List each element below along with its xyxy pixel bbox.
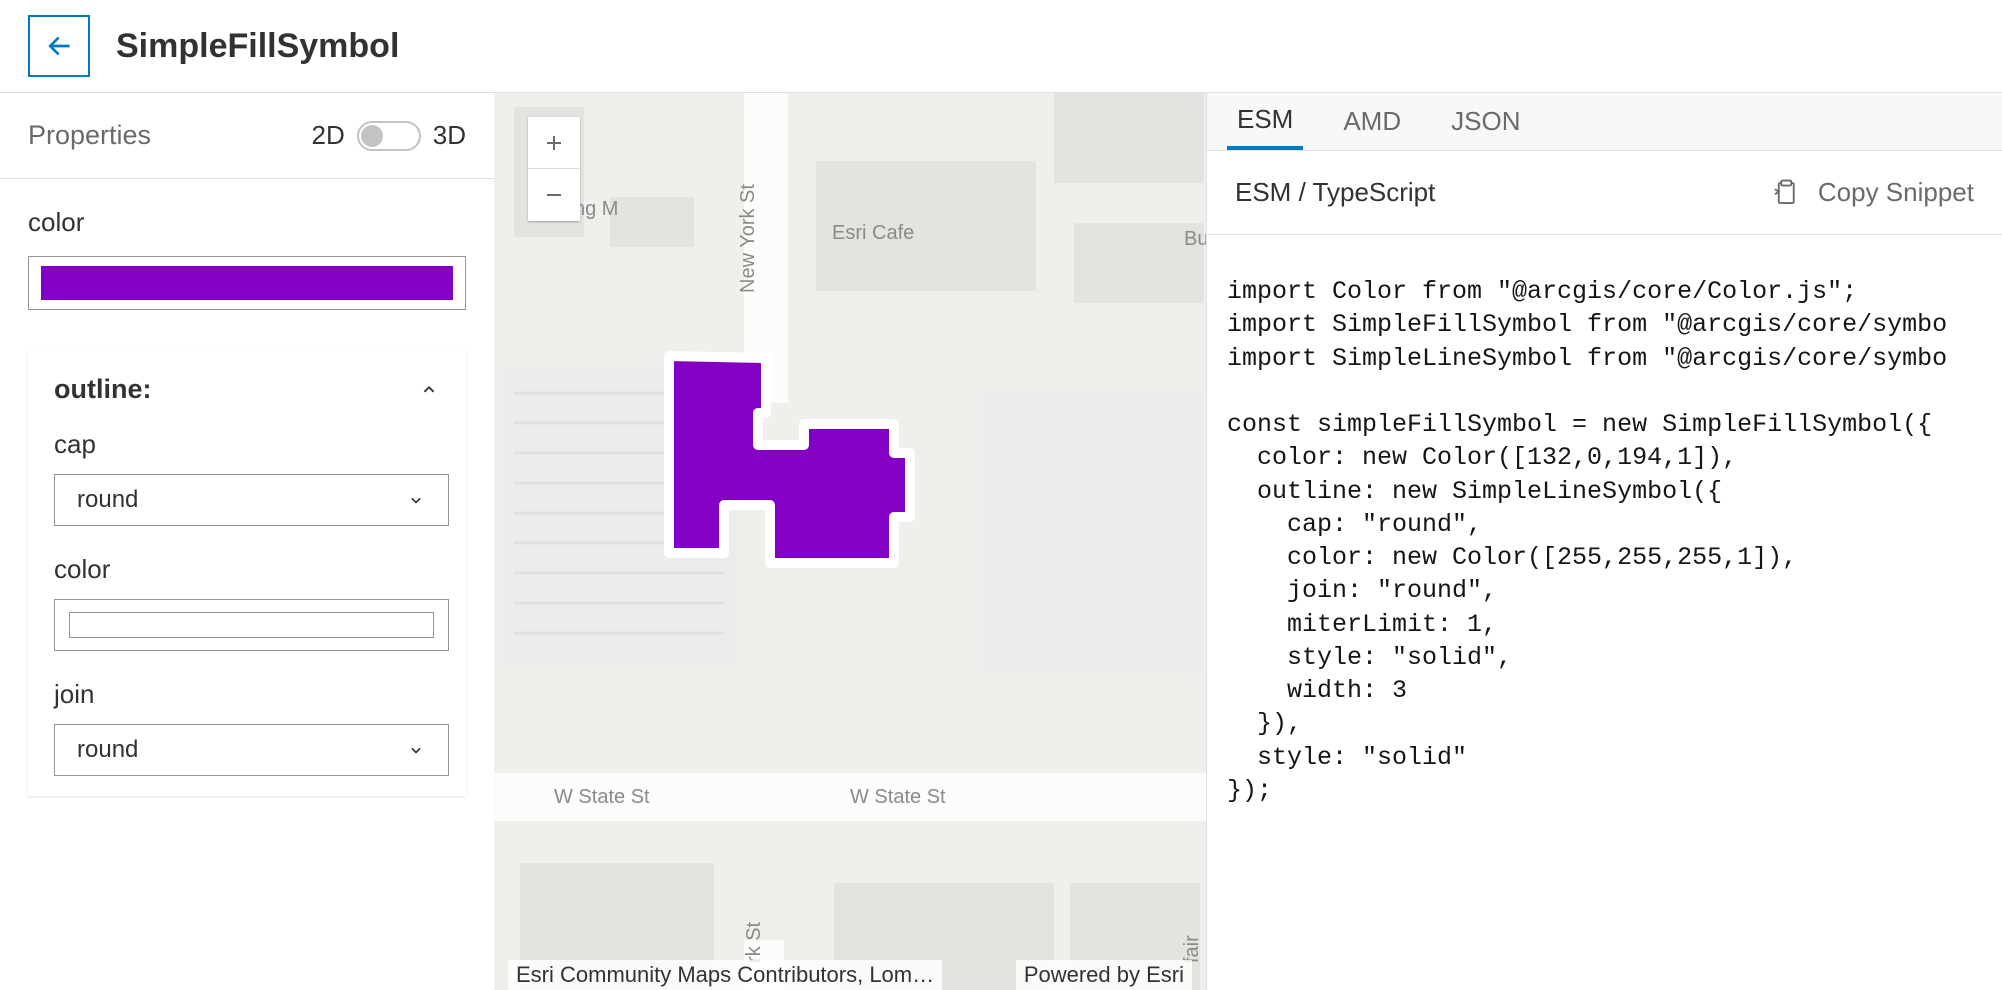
join-value: round (77, 736, 138, 764)
chevron-down-icon (406, 740, 426, 760)
back-button[interactable] (28, 15, 90, 77)
properties-header: Properties 2D 3D (0, 93, 494, 179)
svg-text:Esri Cafe: Esri Cafe (832, 222, 914, 244)
outline-title: outline: (54, 374, 151, 405)
properties-panel: Properties 2D 3D color outline: (0, 93, 494, 990)
map-canvas: New York St Esri Cafe ng M Bu W State St… (494, 93, 1206, 990)
map-view[interactable]: New York St Esri Cafe ng M Bu W State St… (494, 93, 1206, 990)
copy-snippet-button[interactable]: Copy Snippet (1770, 177, 1974, 208)
svg-text:ng M: ng M (574, 198, 618, 220)
tab-json[interactable]: JSON (1441, 93, 1530, 150)
page-header: SimpleFillSymbol (0, 0, 2002, 93)
code-tabs: ESM AMD JSON (1207, 93, 2002, 151)
fill-color-swatch (41, 266, 453, 300)
outline-card: outline: cap round color (28, 350, 466, 796)
cap-label: cap (54, 429, 440, 460)
powered-by-text: Powered by Esri (1016, 960, 1192, 990)
fill-color-picker[interactable] (28, 256, 466, 310)
toggle-3d-label: 3D (433, 120, 466, 151)
svg-text:W State St: W State St (554, 786, 650, 808)
page-title: SimpleFillSymbol (116, 27, 399, 66)
svg-text:New York St: New York St (737, 184, 759, 293)
cap-value: round (77, 486, 138, 514)
svg-text:fair: fair (1181, 935, 1203, 963)
chevron-down-icon (406, 490, 426, 510)
map-attribution: Esri Community Maps Contributors, Lom… P… (508, 960, 1192, 990)
toggle-switch[interactable] (357, 121, 421, 151)
svg-text:Bu: Bu (1184, 228, 1206, 250)
toggle-2d-label: 2D (312, 120, 345, 151)
join-label: join (54, 679, 440, 710)
copy-label: Copy Snippet (1818, 177, 1974, 208)
code-snippet[interactable]: import Color from "@arcgis/core/Color.js… (1207, 235, 2002, 990)
tab-amd[interactable]: AMD (1333, 93, 1411, 150)
code-subheader: ESM / TypeScript Copy Snippet (1207, 151, 2002, 235)
minus-icon (542, 183, 566, 207)
cap-select[interactable]: round (54, 474, 449, 526)
color-label: color (28, 207, 466, 238)
chevron-up-icon (418, 379, 440, 401)
outline-color-picker[interactable] (54, 599, 449, 651)
properties-label: Properties (28, 120, 151, 151)
attribution-text: Esri Community Maps Contributors, Lom… (508, 960, 942, 990)
code-panel: ESM AMD JSON ESM / TypeScript Copy Snipp… (1206, 93, 2002, 990)
svg-text:W State St: W State St (850, 786, 946, 808)
back-arrow-icon (43, 30, 75, 62)
outline-color-swatch (69, 612, 434, 638)
outline-color-label: color (54, 554, 440, 585)
code-subtitle: ESM / TypeScript (1235, 177, 1435, 208)
view-toggle: 2D 3D (312, 120, 467, 151)
outline-accordion-header[interactable]: outline: (54, 374, 440, 405)
toggle-knob (361, 125, 383, 147)
zoom-out-button[interactable] (528, 169, 580, 221)
clipboard-icon (1770, 178, 1800, 208)
plus-icon (542, 131, 566, 155)
tab-esm[interactable]: ESM (1227, 93, 1303, 150)
zoom-in-button[interactable] (528, 117, 580, 169)
svg-text:rk St: rk St (743, 921, 765, 963)
join-select[interactable]: round (54, 724, 449, 776)
zoom-controls (528, 117, 580, 221)
